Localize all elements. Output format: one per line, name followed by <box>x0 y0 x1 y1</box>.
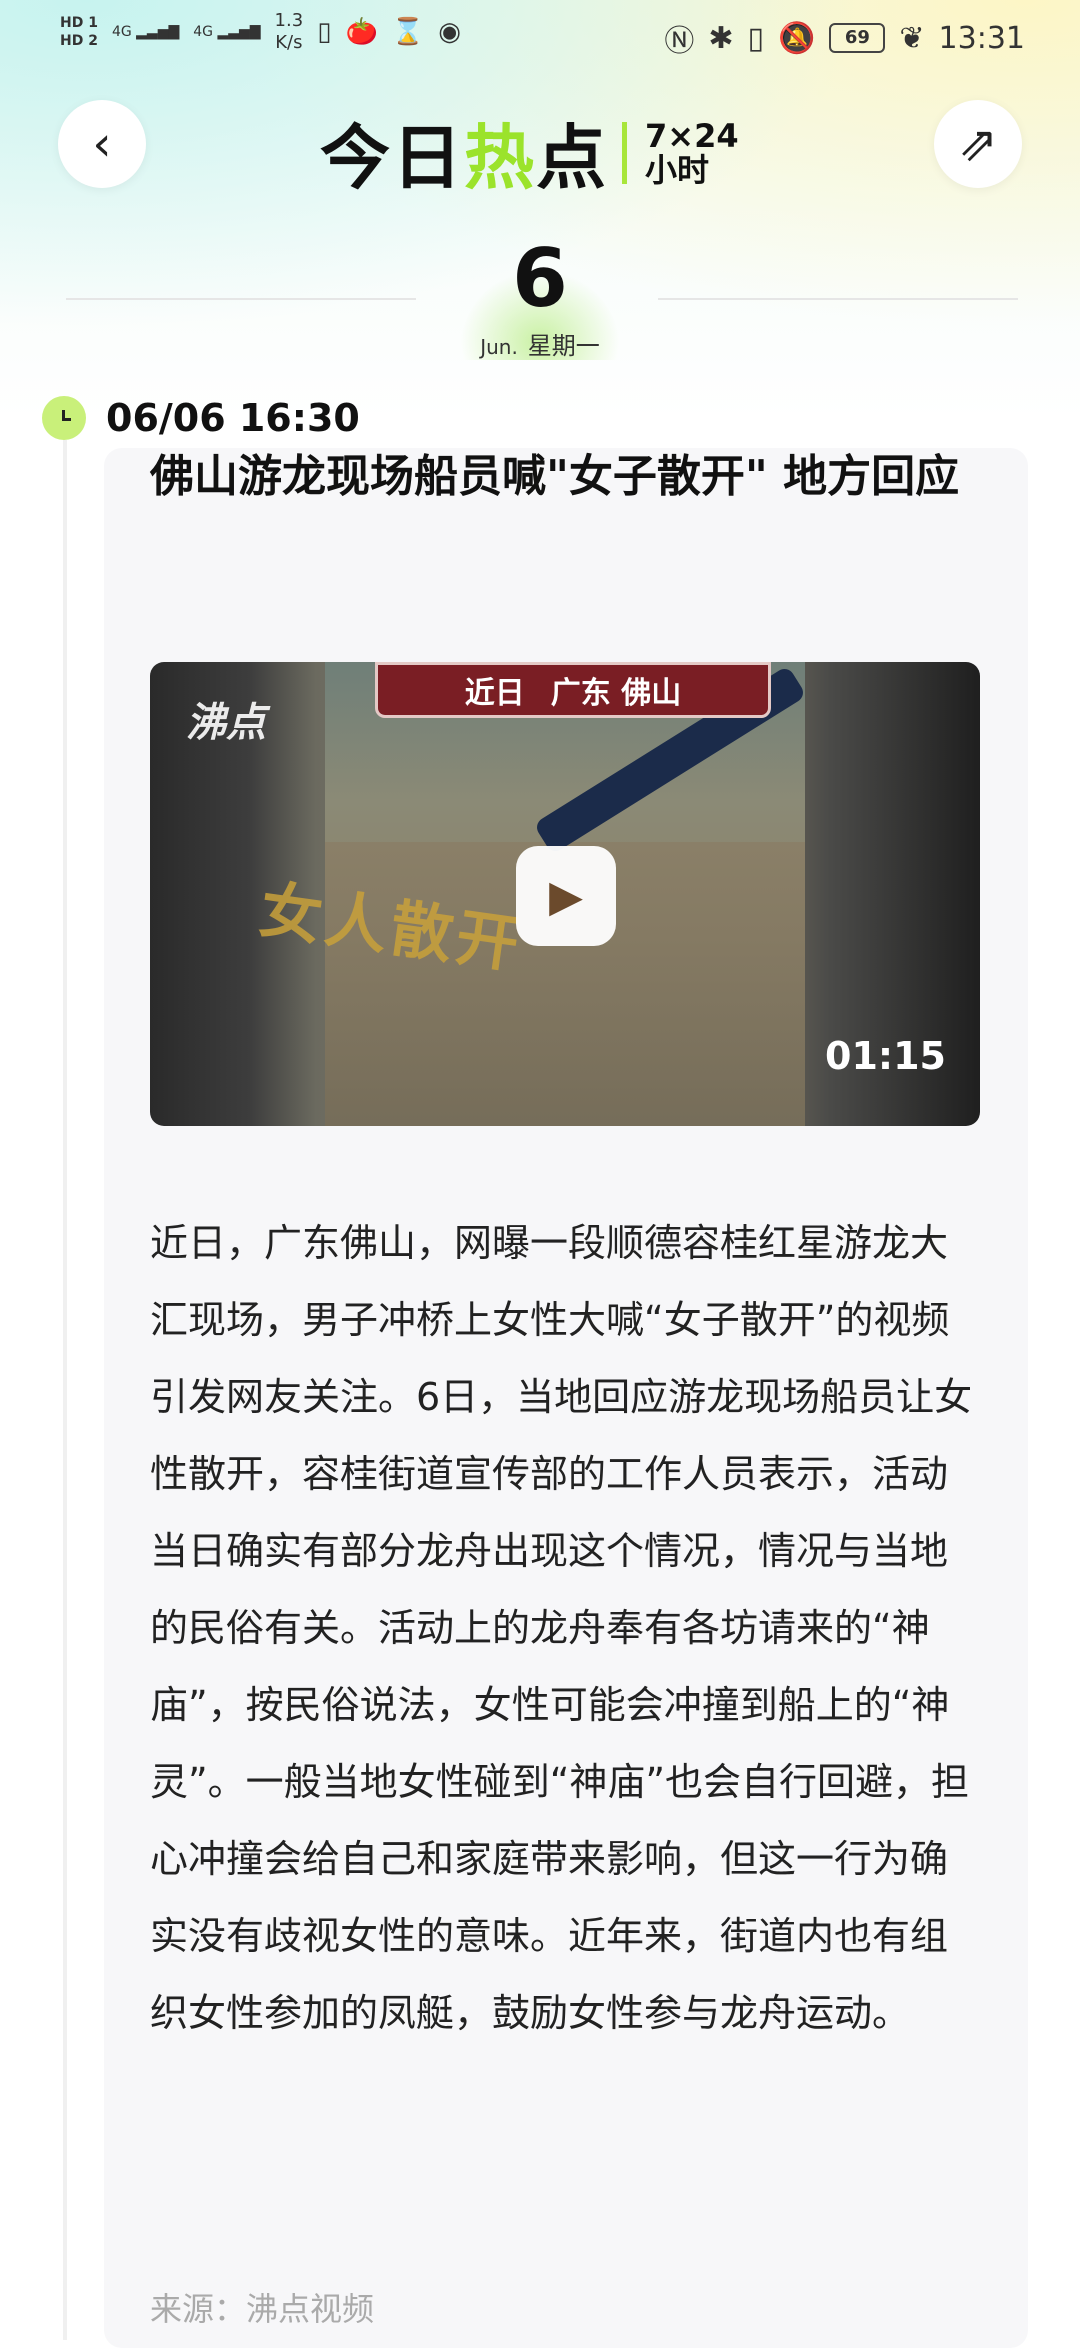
brand-divider <box>622 121 627 184</box>
clock-time: 13:31 <box>938 20 1025 56</box>
video-banner: 近日 广东 佛山 <box>375 662 771 718</box>
back-button[interactable]: ‹ <box>58 100 146 188</box>
sim-indicator: HD 1 HD 2 <box>60 15 98 49</box>
tomato-app-icon: 🍅 <box>345 17 378 47</box>
mute-icon: 🔕 <box>778 20 816 56</box>
record-icon: ◉ <box>438 17 461 47</box>
battery-indicator: 69 <box>829 23 886 53</box>
date-divider-left <box>66 298 416 300</box>
news-headline[interactable]: 佛山游龙现场船员喊"女子散开" 地方回应 <box>150 448 970 506</box>
news-source: 来源：沸点视频 <box>150 2290 375 2328</box>
date-divider-right <box>658 298 1018 300</box>
news-body: 近日，广东佛山，网曝一段顺德容桂红星游龙大汇现场，男子冲桥上女性大喊“女子散开”… <box>150 1221 973 2035</box>
play-icon: ▶ <box>549 870 583 922</box>
share-button[interactable]: ⇗ <box>934 100 1022 188</box>
video-player[interactable]: 近日 广东 佛山 沸点 女人散开 ▶ 01:15 <box>150 662 980 1126</box>
nfc-icon: Ⓝ <box>664 24 695 59</box>
video-duration: 01:15 <box>825 1034 946 1078</box>
signal-icon-2: 4G ▂▃▅▇ <box>193 24 261 40</box>
date-month: Jun. <box>480 335 518 359</box>
timeline-line <box>63 440 67 2340</box>
date-weekday: 星期一 <box>527 332 600 360</box>
video-logo: 沸点 <box>186 700 266 746</box>
date-subtitle: Jun. 星期一 <box>440 326 640 361</box>
vibrate-icon: ▯ <box>747 20 765 56</box>
leaf-icon: ❦ <box>899 20 925 56</box>
hourglass-icon: ⌛ <box>391 17 425 47</box>
bluetooth-icon: ✱ <box>708 20 734 56</box>
share-icon: ⇗ <box>957 116 999 172</box>
phone-icon: ▯ <box>317 17 332 47</box>
chevron-left-icon: ‹ <box>92 116 112 172</box>
net-speed: 1.3 K/s <box>274 10 304 53</box>
signal-icon: 4G ▂▃▅▇ <box>111 24 180 40</box>
play-button[interactable]: ▶ <box>516 846 616 946</box>
brand-logo: 今日热点 7×24 小时 <box>320 116 739 199</box>
news-timestamp: 06/06 16:30 <box>106 396 360 440</box>
status-bar: HD 1 HD 2 4G ▂▃▅▇ 4G ▂▃▅▇ 1.3 K/s ▯ 🍅 ⌛ … <box>0 0 1080 75</box>
clock-icon <box>42 396 86 440</box>
date-day: 6 <box>512 232 568 325</box>
